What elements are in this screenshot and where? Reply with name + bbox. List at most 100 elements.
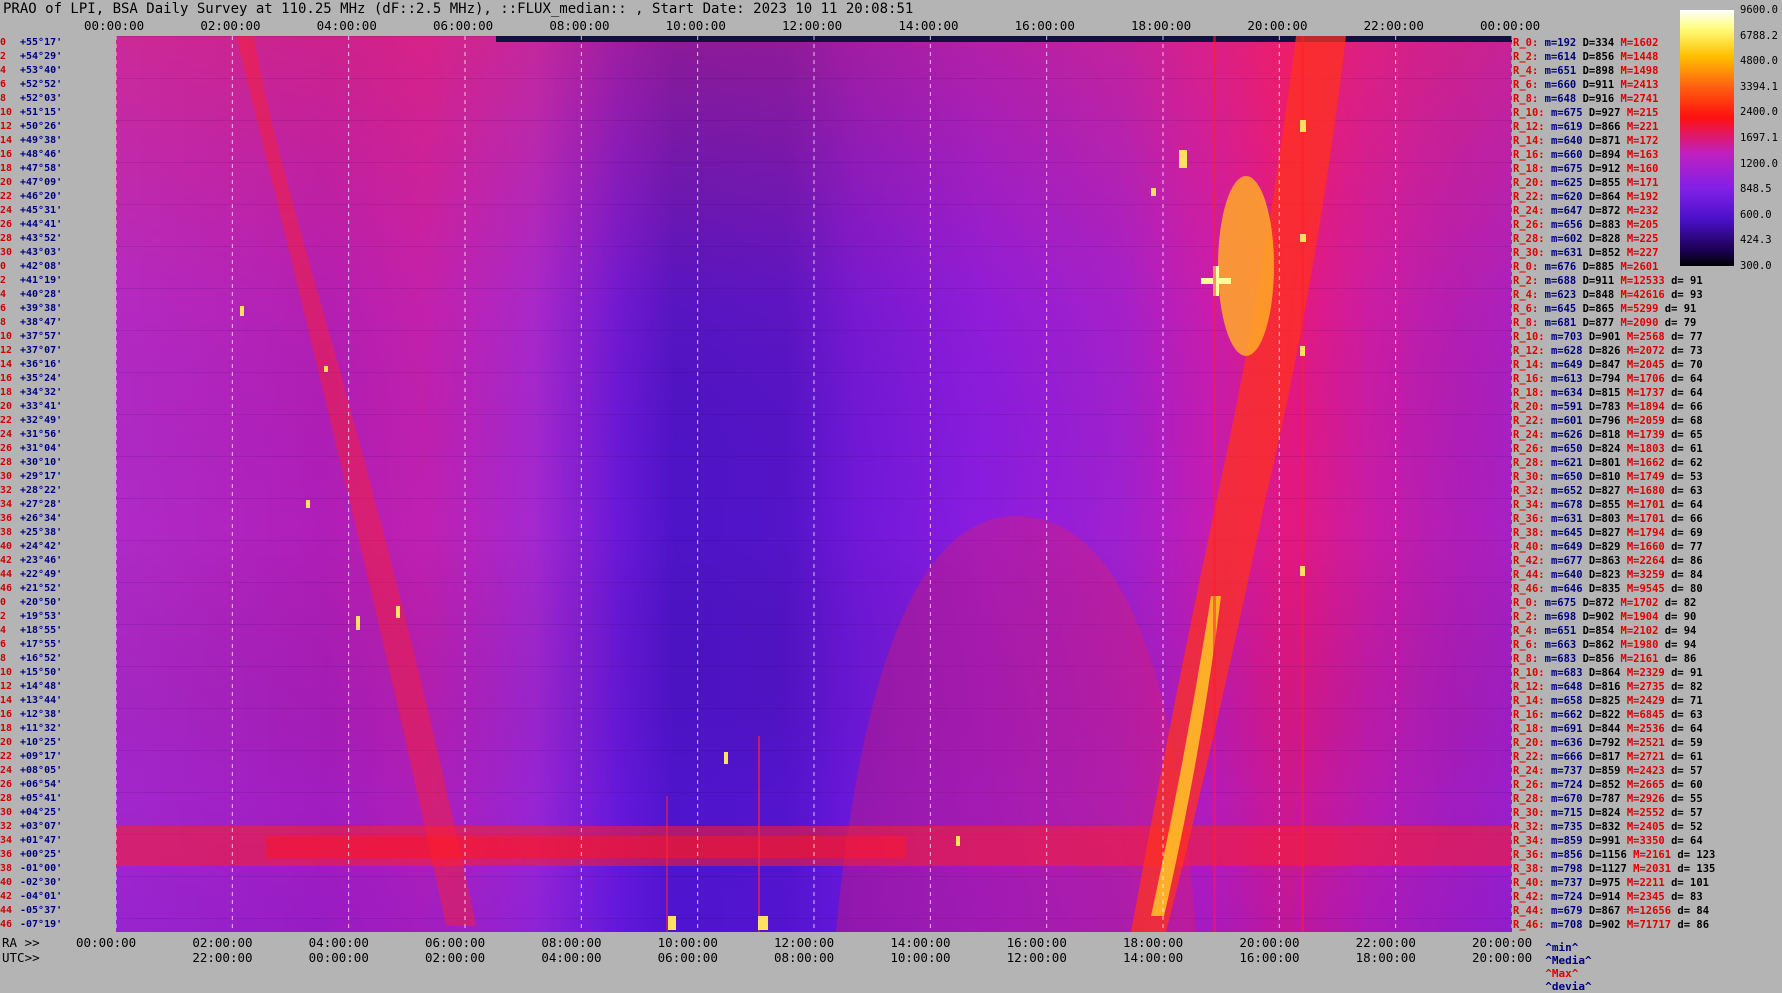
beam-stat-row: R_8: m=683 D=856 M=2161 d= 86 (1513, 654, 1696, 665)
dec-value: +43°03' (20, 247, 63, 258)
dec-tick-label: 36 +26°34' (0, 514, 116, 524)
dec-tick-label: 18 +47°58' (0, 164, 116, 174)
dec-index: 0 (0, 597, 7, 608)
beam-median: D=877 (1582, 317, 1615, 329)
beam-max: M=227 (1626, 247, 1659, 259)
beam-label: R_26: (1513, 779, 1545, 791)
beam-max: M=2741 (1620, 93, 1659, 105)
dec-tick-label: 20 +47°09' (0, 178, 116, 188)
utc-tick-label: 16:00:00 (1239, 950, 1300, 965)
top-tick-label: 18:00:00 (1131, 18, 1192, 33)
beam-median: D=810 (1588, 471, 1621, 483)
beam-max: M=71717 (1626, 919, 1672, 931)
beam-dev: d= 71 (1671, 695, 1703, 707)
beam-median: D=885 (1582, 261, 1615, 273)
beam-max: M=2429 (1626, 695, 1665, 707)
beam-stat-row: R_20: m=591 D=783 M=1894 d= 66 (1513, 402, 1703, 413)
beam-stat-row: R_28: m=602 D=828 M=225 (1513, 234, 1665, 245)
beam-label: R_10: (1513, 331, 1545, 343)
beam-dev: d= 77 (1671, 541, 1703, 553)
beam-median: D=883 (1588, 219, 1621, 231)
dec-tick-label: 16 +35°24' (0, 374, 116, 384)
beam-median: D=867 (1588, 905, 1621, 917)
point-source (1151, 188, 1156, 196)
beam-stat-row: R_46: m=646 D=835 M=9545 d= 80 (1513, 584, 1703, 595)
beam-median: D=916 (1582, 93, 1615, 105)
colorbar-tick-label: 300.0 (1740, 260, 1772, 272)
beam-dev: d= 86 (1664, 653, 1697, 665)
beam-label: R_8: (1513, 93, 1539, 105)
dec-value: +22°49' (20, 569, 63, 580)
beam-median: D=872 (1588, 205, 1621, 217)
dec-index: 8 (0, 317, 7, 328)
beam-max: M=1701 (1626, 513, 1665, 525)
dec-value: +37°57' (20, 331, 63, 342)
beam-median: D=902 (1588, 919, 1621, 931)
top-tick-label: 10:00:00 (665, 18, 726, 33)
dec-value: +40°28' (20, 289, 63, 300)
dec-value: +50°26' (20, 121, 63, 132)
beam-dev: d= 91 (1664, 303, 1697, 315)
beam-label: R_36: (1513, 849, 1545, 861)
dec-value: +20°50' (20, 597, 63, 608)
beam-label: R_2: (1513, 51, 1539, 63)
colorbar-tick-label: 9600.0 (1740, 4, 1778, 16)
dec-index: 42 (0, 555, 13, 566)
beam-min: m=737 (1550, 877, 1583, 889)
ra-tick-label: 18:00:00 (1123, 935, 1184, 950)
beam-median: D=1156 (1588, 849, 1627, 861)
dec-value: +17°55' (20, 639, 63, 650)
beam-min: m=735 (1550, 821, 1583, 833)
beam-stat-row: R_6: m=663 D=862 M=1980 d= 94 (1513, 640, 1696, 651)
beam-median: D=334 (1582, 37, 1615, 49)
beam-min: m=631 (1550, 513, 1583, 525)
beam-max: M=2536 (1626, 723, 1665, 735)
top-tick-label: 14:00:00 (898, 18, 959, 33)
beam-stat-row: R_14: m=649 D=847 M=2045 d= 70 (1513, 360, 1703, 371)
beam-max: M=1702 (1620, 597, 1659, 609)
bright-source-cyga (1218, 176, 1274, 356)
beam-dev: d= 66 (1671, 401, 1703, 413)
beam-max: M=2735 (1626, 681, 1665, 693)
dec-tick-label: 0 +55°17' (0, 38, 116, 48)
beam-dev: d= 64 (1671, 373, 1703, 385)
dec-value: +00°25' (20, 849, 63, 860)
beam-max: M=2161 (1620, 653, 1659, 665)
beam-median: D=816 (1588, 681, 1621, 693)
dec-index: 22 (0, 751, 13, 762)
beam-max: M=163 (1626, 149, 1659, 161)
utc-tick-label: 08:00:00 (774, 950, 835, 965)
dec-tick-label: 44 +22°49' (0, 570, 116, 580)
beam-min: m=658 (1550, 695, 1583, 707)
beam-median: D=855 (1588, 499, 1621, 511)
beam-max: M=2329 (1626, 667, 1665, 679)
beam-label: R_20: (1513, 177, 1545, 189)
beam-stat-row: R_30: m=631 D=852 M=227 (1513, 248, 1665, 259)
dec-index: 16 (0, 709, 13, 720)
dec-tick-label: 40 -02°30' (0, 878, 116, 888)
beam-median: D=822 (1588, 709, 1621, 721)
beam-stat-row: R_10: m=703 D=901 M=2568 d= 77 (1513, 332, 1703, 343)
beam-max: M=192 (1626, 191, 1659, 203)
beam-stat-row: R_34: m=859 D=991 M=3350 d= 64 (1513, 836, 1703, 847)
beam-label: R_16: (1513, 709, 1545, 721)
rfi-line (666, 796, 668, 932)
beam-min: m=651 (1544, 625, 1577, 637)
dec-index: 2 (0, 275, 7, 286)
beam-max: M=2721 (1626, 751, 1665, 763)
beam-stat-row: R_10: m=675 D=927 M=215 (1513, 108, 1665, 119)
beam-median: D=975 (1588, 877, 1621, 889)
beam-min: m=620 (1550, 191, 1583, 203)
beam-stat-row: R_38: m=798 D=1127 M=2031 d= 135 (1513, 864, 1715, 875)
beam-label: R_22: (1513, 751, 1545, 763)
dec-tick-label: 26 +31°04' (0, 444, 116, 454)
beam-max: M=171 (1626, 177, 1659, 189)
beam-label: R_0: (1513, 37, 1539, 49)
beam-max: M=1737 (1626, 387, 1665, 399)
beam-stat-row: R_14: m=658 D=825 M=2429 d= 71 (1513, 696, 1703, 707)
beam-stat-row: R_2: m=614 D=856 M=1448 (1513, 52, 1665, 63)
dec-index: 14 (0, 359, 13, 370)
beam-median: D=792 (1588, 737, 1621, 749)
beam-stat-row: R_38: m=645 D=827 M=1794 d= 69 (1513, 528, 1703, 539)
beam-max: M=1498 (1620, 65, 1659, 77)
